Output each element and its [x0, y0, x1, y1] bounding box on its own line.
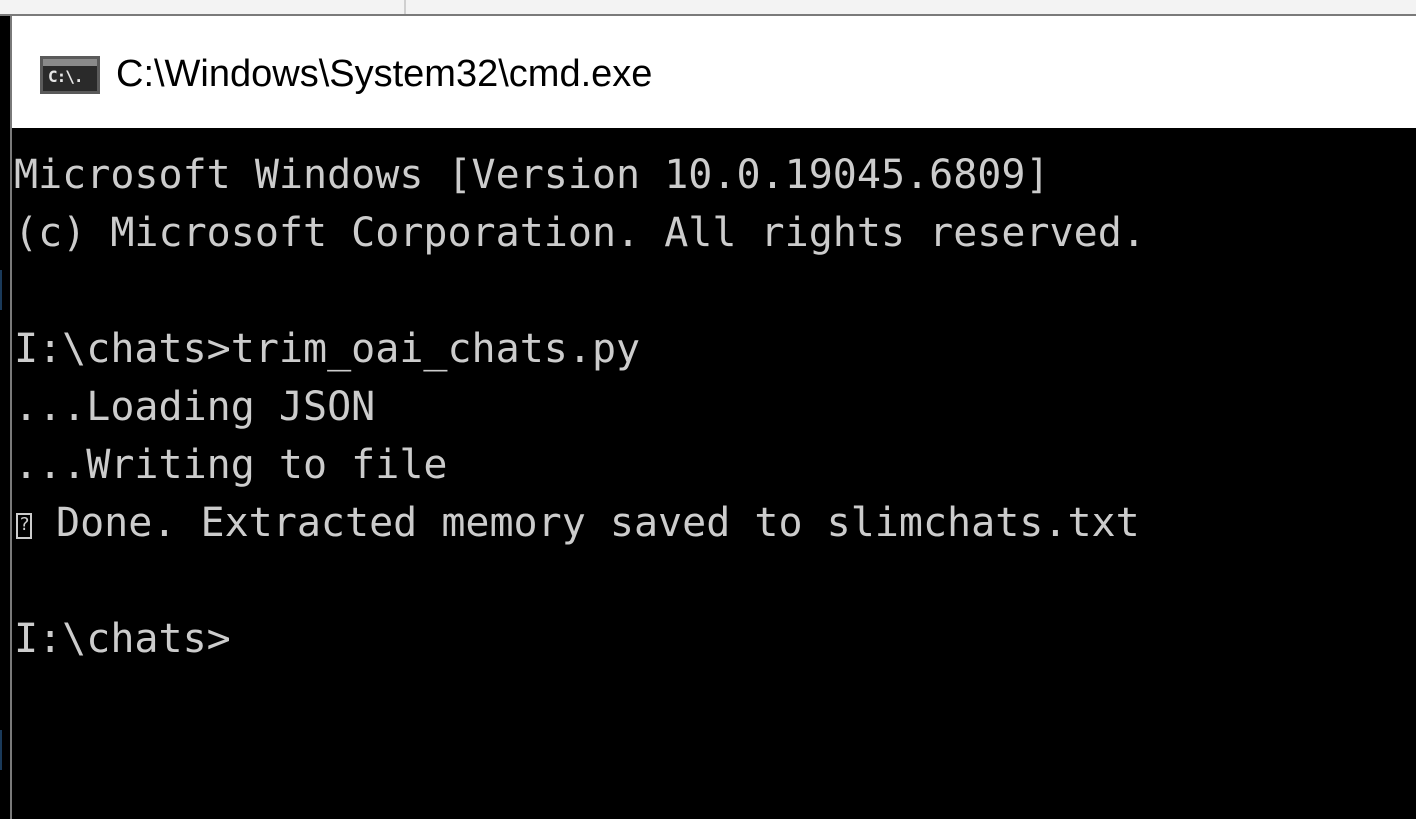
background-window-strip — [0, 0, 1416, 16]
cmd-icon-glyph: C:\. — [48, 67, 84, 86]
window-title: C:\Windows\System32\cmd.exe — [116, 53, 653, 95]
console-line: ...Loading JSON — [14, 384, 376, 430]
console-line-done: ? Done. Extracted memory saved to slimcha… — [14, 498, 1140, 548]
console-line: (c) Microsoft Corporation. All rights re… — [14, 210, 1146, 256]
left-edge-mark — [0, 270, 2, 310]
cmd-icon[interactable]: C:\. — [40, 56, 100, 94]
cmd-window[interactable]: C:\. C:\Windows\System32\cmd.exe Microso… — [10, 16, 1416, 819]
screen: C:\. C:\Windows\System32\cmd.exe Microso… — [0, 0, 1416, 819]
console-output[interactable]: Microsoft Windows [Version 10.0.19045.68… — [12, 128, 1416, 819]
console-line: Microsoft Windows [Version 10.0.19045.68… — [14, 152, 1050, 198]
left-edge-mark — [0, 730, 2, 770]
missing-glyph-icon: ? — [16, 513, 32, 539]
cmd-icon-bar — [43, 59, 97, 66]
done-message: Done. Extracted memory saved to slimchat… — [56, 500, 1140, 546]
command-prompt[interactable]: I:\chats> — [14, 614, 231, 664]
console-line: I:\chats>trim_oai_chats.py — [14, 326, 641, 372]
title-bar[interactable]: C:\. C:\Windows\System32\cmd.exe — [12, 16, 1416, 128]
console-line: ...Writing to file — [14, 442, 448, 488]
